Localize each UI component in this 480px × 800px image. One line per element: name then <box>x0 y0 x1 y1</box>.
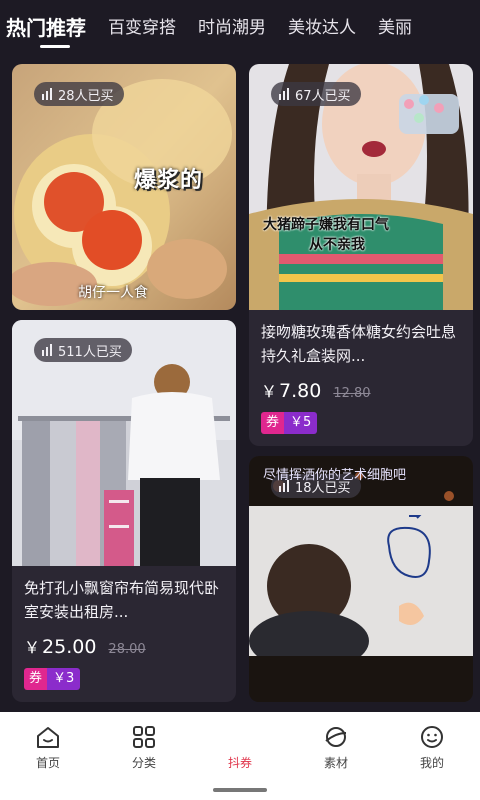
product-thumbnail: 18人已买 尽情挥洒你的艺术细胞吧 <box>249 456 473 702</box>
price-value: 25.00 <box>42 636 97 658</box>
buyers-count: 511人已买 <box>58 344 122 360</box>
product-thumbnail: 28人已买 爆浆的 胡仔一人食 <box>12 64 236 310</box>
nav-label: 素材 <box>323 756 348 770</box>
coupon-label: 券 <box>261 412 285 434</box>
tab-label: 美妆达人 <box>288 18 356 38</box>
price-row: ￥ 7.80 12.80 <box>261 378 461 402</box>
tab-hot-recommend[interactable]: 热门推荐 <box>6 0 86 56</box>
overlay-big-text: 爆浆的 <box>134 168 204 193</box>
nav-profile[interactable]: 我的 <box>384 712 480 800</box>
nav-coupon[interactable]: 抖券 <box>192 712 288 800</box>
product-info: 接吻糖玫瑰香体糖女约会吐息持久礼盒装网... ￥ 7.80 12.80 券 ￥5 <box>249 310 473 446</box>
tab-label: 热门推荐 <box>6 16 86 40</box>
nav-label: 抖券 <box>227 756 252 770</box>
product-thumbnail: 511人已买 <box>12 320 236 566</box>
feed-column-right: 67人已买 大猪蹄子嫌我有口气 从不亲我 接吻糖玫瑰香体糖女约会吐息持久礼盒装网… <box>249 64 473 712</box>
home-icon <box>37 727 59 748</box>
active-tab-indicator <box>40 45 70 48</box>
buyers-badge: 28人已买 <box>34 82 124 106</box>
product-card[interactable]: 18人已买 尽情挥洒你的艺术细胞吧 <box>249 456 473 702</box>
overlay-caption: 大猪蹄子嫌我有口气 <box>263 217 389 233</box>
category-icon <box>133 726 155 748</box>
currency-symbol: ￥ <box>261 382 278 401</box>
coupon-badge: 券 ￥3 <box>24 668 81 690</box>
coupon-value: ￥5 <box>284 412 318 434</box>
buyers-badge: 511人已买 <box>34 338 132 362</box>
product-card[interactable]: 28人已买 爆浆的 胡仔一人食 <box>12 64 236 310</box>
bottom-navigation: 首页 分类 抖券 素材 我的 <box>0 712 480 800</box>
original-price: 12.80 <box>333 386 371 401</box>
home-indicator <box>213 788 267 792</box>
profile-icon <box>421 726 443 748</box>
product-card[interactable]: 511人已买 免打孔小飘窗帘布简易现代卧室安装出租房... ￥ 25.00 28.… <box>12 320 236 702</box>
coupon-badge: 券 ￥5 <box>261 412 318 434</box>
product-title: 免打孔小飘窗帘布简易现代卧室安装出租房... <box>24 579 220 621</box>
category-tabs: 热门推荐 百变穿搭 时尚潮男 美妆达人 美丽 <box>0 0 480 56</box>
price-row: ￥ 25.00 28.00 <box>24 634 224 658</box>
overlay-caption: 从不亲我 <box>309 237 365 253</box>
tab-label: 美丽 <box>378 18 412 38</box>
product-thumbnail: 67人已买 大猪蹄子嫌我有口气 从不亲我 <box>249 64 473 310</box>
tab-label: 时尚潮男 <box>198 18 266 38</box>
tab-fashion-men[interactable]: 时尚潮男 <box>198 0 266 56</box>
coupon-value: ￥3 <box>47 668 81 690</box>
product-info: 免打孔小飘窗帘布简易现代卧室安装出租房... ￥ 25.00 28.00 券 ￥3 <box>12 566 236 702</box>
chart-bars-icon <box>279 88 289 100</box>
buyers-count: 28人已买 <box>58 88 114 104</box>
chart-bars-icon <box>42 344 52 356</box>
product-card[interactable]: 67人已买 大猪蹄子嫌我有口气 从不亲我 接吻糖玫瑰香体糖女约会吐息持久礼盒装网… <box>249 64 473 446</box>
original-price: 28.00 <box>108 642 146 657</box>
nav-category[interactable]: 分类 <box>96 712 192 800</box>
coupon-label: 券 <box>24 668 48 690</box>
feed-column-left: 28人已买 爆浆的 胡仔一人食 511人已买 免打孔小飘窗帘布简易现代卧室安装出… <box>12 64 236 742</box>
chart-bars-icon <box>42 88 52 100</box>
planet-icon <box>325 727 347 747</box>
nav-material[interactable]: 素材 <box>288 712 384 800</box>
buyers-count: 67人已买 <box>295 88 351 104</box>
price-value: 7.80 <box>279 380 322 402</box>
buyers-badge: 67人已买 <box>271 82 361 106</box>
overlay-author: 胡仔一人食 <box>78 285 148 301</box>
tab-outfits[interactable]: 百变穿搭 <box>108 0 176 56</box>
product-price: ￥ 25.00 <box>24 634 96 658</box>
tab-beauty[interactable]: 美丽 <box>378 0 412 56</box>
product-title: 接吻糖玫瑰香体糖女约会吐息持久礼盒装网... <box>261 323 457 365</box>
nav-label: 我的 <box>419 756 444 770</box>
product-price: ￥ 7.80 <box>261 378 321 402</box>
currency-symbol: ￥ <box>24 638 41 657</box>
nav-home[interactable]: 首页 <box>0 712 96 800</box>
nav-label: 首页 <box>35 756 60 770</box>
tab-beauty-expert[interactable]: 美妆达人 <box>288 0 356 56</box>
tab-label: 百变穿搭 <box>108 18 176 38</box>
coupon-icon <box>227 724 253 750</box>
nav-label: 分类 <box>131 756 156 770</box>
overlay-top-text: 尽情挥洒你的艺术细胞吧 <box>263 468 407 483</box>
